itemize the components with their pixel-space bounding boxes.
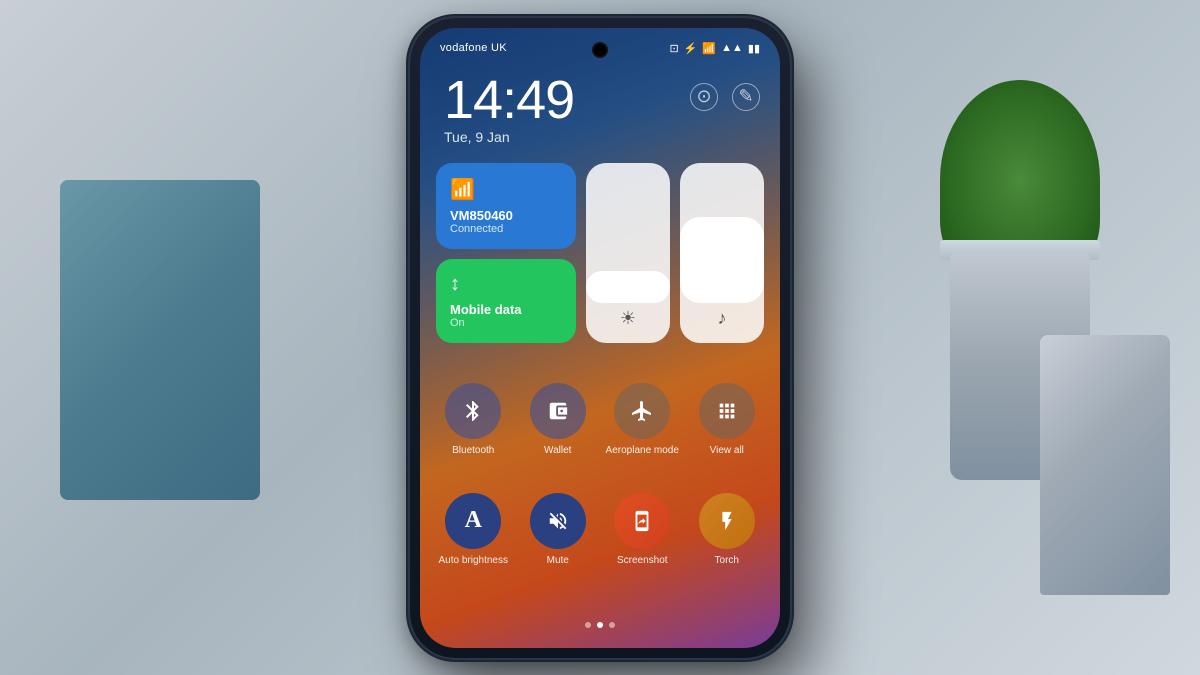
background-can [1040,335,1170,595]
wifi-network-name: VM850460 [450,208,562,223]
carrier-label: vodafone UK [440,42,507,54]
status-icons: ⊡ ⚡ 📶 ▲▲ ▮▮ [669,42,760,55]
wallet-button[interactable]: Wallet [521,383,596,457]
mobile-name: Mobile data [450,302,562,317]
battery-icon: ▮▮ [748,42,760,55]
wifi-tile-icon: 📶 [450,177,562,202]
mute-button[interactable]: Mute [521,493,596,567]
mute-label: Mute [547,555,569,567]
dot-2 [597,622,603,628]
torch-circle [699,493,755,549]
viewall-button[interactable]: View all [690,383,765,457]
quick-tiles: 📶 VM850460 Connected ☀ ♪ ↕ Mobile [436,163,764,343]
wifi-icon: ▲▲ [721,42,743,54]
bluetooth-icon: ⚡ [684,42,698,55]
wifi-tile[interactable]: 📶 VM850460 Connected [436,163,576,249]
viewall-circle [699,383,755,439]
wallet-circle [530,383,586,439]
time-action-icons: ⊙ ✎ [690,83,760,111]
wallet-label: Wallet [544,445,571,457]
time-section: 14:49 Tue, 9 Jan [444,73,574,145]
scene: vodafone UK ⊡ ⚡ 📶 ▲▲ ▮▮ 14:49 Tue, 9 Jan [0,0,1200,675]
auto-brightness-circle: A [445,493,501,549]
phone-body: vodafone UK ⊡ ⚡ 📶 ▲▲ ▮▮ 14:49 Tue, 9 Jan [410,18,790,658]
quick-buttons-row2: A Auto brightness Mute [436,493,764,567]
quick-buttons-row1: Bluetooth Wallet Aeropla [436,383,764,457]
aeroplane-circle [614,383,670,439]
time-display: 14:49 [444,73,574,127]
mobile-tile-icon: ↕ [450,273,562,296]
screenshot-label: Screenshot [617,555,668,567]
background-box [60,180,260,500]
edit-icon[interactable]: ✎ [732,83,760,111]
mute-circle [530,493,586,549]
aeroplane-label: Aeroplane mode [606,445,679,457]
camera-hole [594,44,606,56]
pagination-dots [585,622,615,628]
dot-1 [585,622,591,628]
bluetooth-circle [445,383,501,439]
auto-brightness-label: Auto brightness [439,555,509,567]
volume-slider-icon: ♪ [718,308,727,329]
brightness-slider[interactable]: ☀ [586,163,670,343]
screen-content: vodafone UK ⊡ ⚡ 📶 ▲▲ ▮▮ 14:49 Tue, 9 Jan [420,28,780,648]
brightness-circle-icon[interactable]: ⊙ [690,83,718,111]
dot-3 [609,622,615,628]
viewall-label: View all [710,445,744,457]
mobile-status: On [450,317,562,329]
phone-screen: vodafone UK ⊡ ⚡ 📶 ▲▲ ▮▮ 14:49 Tue, 9 Jan [420,28,780,648]
brightness-slider-icon: ☀ [620,308,636,329]
nfc-icon: ⊡ [669,42,678,55]
bluetooth-button[interactable]: Bluetooth [436,383,511,457]
auto-brightness-button[interactable]: A Auto brightness [436,493,511,567]
phone: vodafone UK ⊡ ⚡ 📶 ▲▲ ▮▮ 14:49 Tue, 9 Jan [410,18,790,658]
screenshot-button[interactable]: Screenshot [605,493,680,567]
volume-slider[interactable]: ♪ [680,163,764,343]
aeroplane-button[interactable]: Aeroplane mode [605,383,680,457]
wifi-status: Connected [450,223,562,235]
screenshot-circle [614,493,670,549]
mobile-data-tile[interactable]: ↕ Mobile data On [436,259,576,343]
torch-button[interactable]: Torch [690,493,765,567]
torch-label: Torch [715,555,739,567]
signal-icon: 📶 [702,42,716,55]
bluetooth-label: Bluetooth [452,445,494,457]
date-display: Tue, 9 Jan [444,129,574,145]
